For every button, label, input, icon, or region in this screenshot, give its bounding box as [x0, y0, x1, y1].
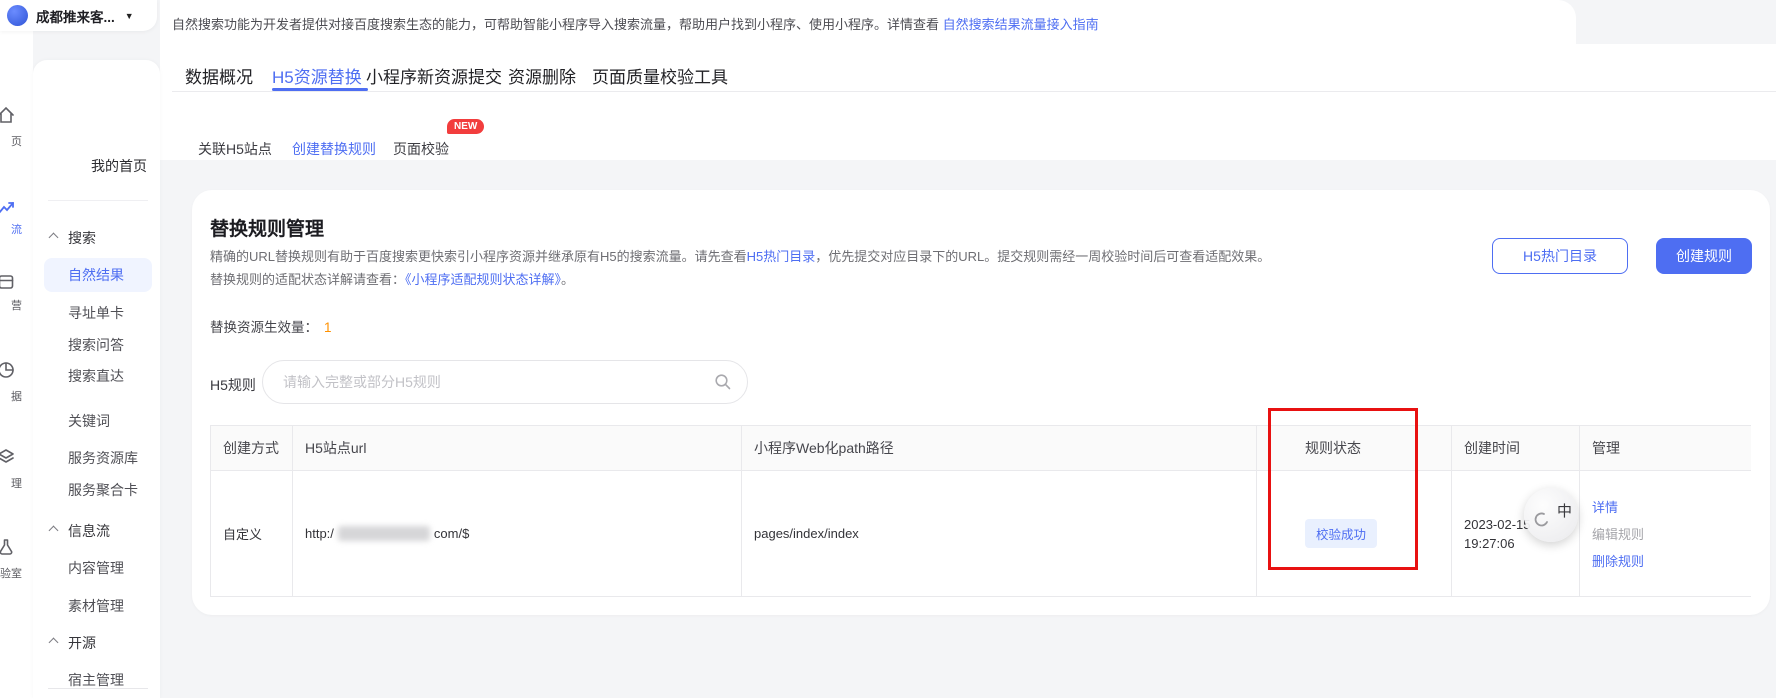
tab-h5-resource-replace[interactable]: H5资源替换	[272, 63, 362, 88]
col-header-created-time: 创建时间	[1451, 426, 1579, 471]
rule-status-doc-link[interactable]: 《小程序适配规则状态详解》	[405, 272, 561, 287]
sidebar-item-host-mgmt[interactable]: 宿主管理	[68, 673, 124, 687]
sidebar-item-keywords[interactable]: 关键词	[68, 414, 110, 428]
subtab-page-check[interactable]: 页面校验	[393, 139, 449, 159]
delete-rule-link[interactable]: 删除规则	[1592, 551, 1644, 570]
rail-label-operations[interactable]: 营	[0, 297, 22, 313]
new-badge: NEW	[447, 119, 484, 134]
h5-hot-directory-button[interactable]: H5热门目录	[1492, 238, 1628, 274]
rail-item-lab[interactable]	[0, 537, 21, 562]
operations-icon	[0, 279, 16, 296]
rail-label-lab[interactable]: 验室	[0, 565, 22, 581]
sidebar-item-service-agg-card[interactable]: 服务聚合卡	[68, 483, 138, 497]
rail-item-data[interactable]	[0, 360, 21, 385]
dropdown-caret-icon[interactable]: ▼	[125, 11, 134, 21]
effective-count-label: 替换资源生效量：	[210, 320, 318, 335]
sidebar-item-address-card[interactable]: 寻址单卡	[68, 306, 124, 320]
sidebar-divider	[48, 200, 148, 201]
sidebar-group-feed[interactable]: 信息流	[68, 524, 110, 538]
sidebar-item-natural-results[interactable]: 自然结果	[68, 268, 124, 282]
h5-rule-label: H5规则	[210, 375, 256, 395]
account-name: 成都推来客...	[36, 6, 115, 26]
traffic-guide-link[interactable]: 自然搜索结果流量接入指南	[943, 17, 1099, 32]
desc2-text: 替换规则的适配状态详解请查看：	[210, 272, 405, 287]
rules-table: 创建方式 H5站点url 小程序Web化path路径 规则状态 创建时间 管理 …	[210, 425, 1751, 597]
sidebar-item-search-qa[interactable]: 搜索问答	[68, 338, 124, 352]
url-prefix: http:/	[305, 526, 334, 541]
h5-rule-search-input[interactable]	[262, 360, 748, 404]
cell-manage: 详情 编辑规则 删除规则	[1579, 471, 1751, 596]
col-header-path: 小程序Web化path路径	[741, 426, 1256, 471]
chevron-up-icon[interactable]	[49, 638, 59, 648]
annotation-red-box	[1268, 408, 1418, 570]
url-suffix: com/$	[434, 526, 469, 541]
card-title: 替换规则管理	[210, 214, 324, 241]
lab-icon	[0, 544, 16, 561]
effective-count-value: 1	[324, 320, 332, 335]
col-header-h5-site-url: H5站点url	[292, 426, 741, 471]
chevron-up-icon[interactable]	[49, 233, 59, 243]
cell-path: pages/index/index	[741, 471, 1256, 596]
swirl-icon	[1532, 510, 1552, 535]
tab-resource-delete[interactable]: 资源删除	[508, 63, 576, 88]
desc1-text: 精确的URL替换规则有助于百度搜索更快索引小程序资源并继承原有H5的搜索流量。请…	[210, 249, 747, 264]
rail-label-management[interactable]: 理	[0, 475, 22, 491]
data-icon	[0, 367, 16, 384]
detail-link[interactable]: 详情	[1592, 497, 1618, 516]
sidebar-group-search[interactable]: 搜索	[68, 231, 96, 245]
rail-label-traffic[interactable]: 流	[0, 221, 22, 237]
rail-item-management[interactable]	[0, 447, 21, 472]
floating-language-widget[interactable]: 中	[1524, 488, 1578, 542]
created-time: 19:27:06	[1464, 534, 1531, 553]
create-rule-button[interactable]: 创建规则	[1656, 238, 1752, 274]
chinese-label: 中	[1557, 500, 1572, 521]
page-description: 自然搜索功能为开发者提供对接百度搜索生态的能力，可帮助智能小程序导入搜索流量，帮…	[172, 14, 1099, 33]
sidebar-item-search-direct[interactable]: 搜索直达	[68, 369, 124, 383]
rail-item-operations[interactable]	[0, 272, 21, 297]
sidebar-item-material-mgmt[interactable]: 素材管理	[68, 599, 124, 613]
tab-data-overview[interactable]: 数据概况	[185, 63, 253, 88]
desc1-text-after: ，优先提交对应目录下的URL。提交规则需经一周校验时间后可查看适配效果。	[815, 249, 1270, 264]
sidebar-group-opensource[interactable]: 开源	[68, 636, 96, 650]
created-date: 2023-02-15	[1464, 515, 1531, 534]
management-icon	[0, 454, 16, 471]
sidebar: 我的首页 搜索 自然结果 寻址单卡 搜索问答 搜索直达 关键词 服务资源库 服务…	[33, 60, 160, 698]
rail-label-home[interactable]: 页	[0, 133, 22, 149]
sidebar-item-my-home[interactable]: 我的首页	[91, 159, 147, 173]
sidebar-item-content-mgmt[interactable]: 内容管理	[68, 561, 124, 575]
tabs-divider-line	[172, 91, 1776, 92]
rail-label-data[interactable]: 据	[0, 388, 22, 404]
cell-h5-site-url: http:/ com/$	[292, 471, 741, 596]
home-icon	[0, 112, 16, 129]
search-icon[interactable]	[714, 373, 732, 396]
tab-page-quality-check[interactable]: 页面质量校验工具	[592, 63, 728, 88]
col-header-create-mode: 创建方式	[211, 426, 292, 471]
tab-new-resource-submit[interactable]: 小程序新资源提交	[366, 63, 502, 88]
effective-count-row: 替换资源生效量： 1	[210, 316, 332, 336]
chevron-up-icon[interactable]	[49, 526, 59, 536]
active-tab-underline	[272, 88, 368, 91]
icon-rail: 页 流 营 据 理	[0, 31, 33, 698]
app-root: 成都推来客... ▼ 页 流 营 据	[0, 0, 1776, 698]
cell-create-mode: 自定义	[211, 471, 292, 596]
subtab-linked-h5-sites[interactable]: 关联H5站点	[198, 139, 272, 159]
edit-rule-link: 编辑规则	[1592, 524, 1644, 543]
subtab-create-replace-rule[interactable]: 创建替换规则	[292, 139, 376, 159]
col-header-manage: 管理	[1579, 426, 1751, 471]
url-redacted-blur	[338, 526, 430, 541]
h5-hot-directory-link[interactable]: H5热门目录	[747, 249, 816, 264]
sidebar-bottom-divider	[48, 688, 148, 689]
rail-item-home[interactable]	[0, 105, 21, 130]
sidebar-item-service-repo[interactable]: 服务资源库	[68, 451, 138, 465]
h5-rule-search	[262, 360, 748, 404]
card-description-line2: 替换规则的适配状态详解请查看：《小程序适配规则状态详解》。	[210, 269, 574, 288]
avatar	[7, 5, 28, 26]
desc2-text-after: 。	[561, 272, 574, 287]
account-switcher[interactable]: 成都推来客... ▼	[0, 0, 157, 31]
page-description-text: 自然搜索功能为开发者提供对接百度搜索生态的能力，可帮助智能小程序导入搜索流量，帮…	[172, 17, 943, 32]
card-description-line1: 精确的URL替换规则有助于百度搜索更快索引小程序资源并继承原有H5的搜索流量。请…	[210, 246, 1270, 265]
